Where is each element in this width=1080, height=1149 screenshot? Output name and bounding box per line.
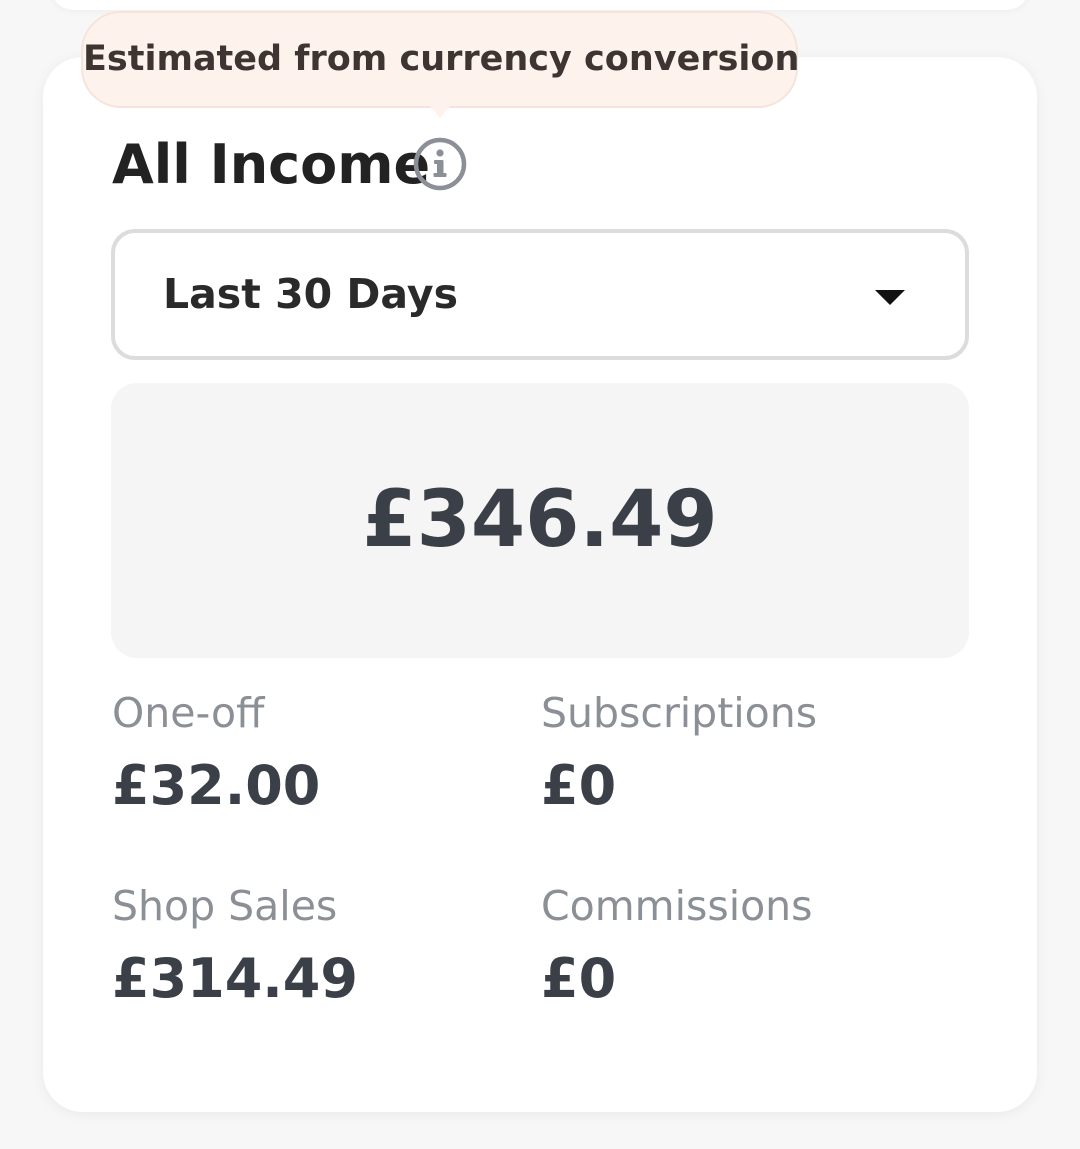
stat-label: Subscriptions: [541, 689, 818, 737]
info-circle-icon[interactable]: [412, 136, 468, 192]
previous-card: [50, 0, 1030, 10]
total-income-box: £346.49: [111, 383, 969, 658]
stat-label: Commissions: [541, 882, 813, 930]
stat-shop-sales: Shop Sales £314.49: [112, 878, 512, 1014]
stat-value: £314.49: [112, 947, 358, 1010]
currency-tooltip: Estimated from currency conversion: [81, 11, 799, 108]
stat-commissions: Commissions £0: [541, 878, 941, 1014]
stat-label: One-off: [112, 689, 265, 737]
stat-one-off: One-off £32.00: [112, 685, 512, 821]
stat-label: Shop Sales: [112, 882, 338, 930]
caret-down-icon: [875, 290, 905, 305]
total-income-amount: £346.49: [362, 475, 718, 565]
stat-value: £0: [541, 947, 617, 1010]
period-selected-value: Last 30 Days: [163, 270, 458, 318]
period-dropdown[interactable]: Last 30 Days: [111, 229, 969, 360]
stat-subscriptions: Subscriptions £0: [541, 685, 941, 821]
card-title: All Income: [112, 133, 431, 196]
tooltip-pointer: [430, 106, 450, 118]
stat-value: £0: [541, 754, 617, 817]
stat-value: £32.00: [112, 754, 321, 817]
